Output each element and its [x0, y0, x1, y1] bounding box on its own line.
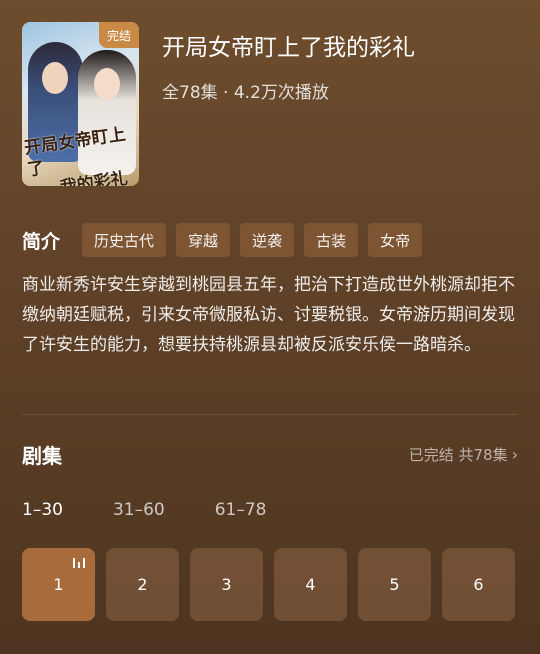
range-tab-2[interactable]: 31–60 — [113, 500, 165, 520]
completed-badge: 完结 — [99, 22, 139, 48]
episode-number: 6 — [473, 575, 484, 594]
episode-number: 1 — [53, 575, 64, 594]
drama-header: 开局女帝盯上了 我的彩礼 完结 开局女帝盯上了我的彩礼 全78集 · 4.2万次… — [22, 22, 522, 188]
tag-item[interactable]: 穿越 — [176, 223, 231, 257]
range-tab-3[interactable]: 61–78 — [215, 500, 267, 520]
tag-item[interactable]: 古装 — [304, 223, 359, 257]
tag-item[interactable]: 逆袭 — [240, 223, 295, 257]
episode-button-2[interactable]: 2 — [106, 548, 179, 621]
intro-label: 简介 — [22, 230, 61, 253]
drama-meta: 全78集 · 4.2万次播放 — [162, 83, 329, 103]
intro-row: 简介 历史古代 穿越 逆袭 古装 女帝 — [22, 222, 522, 258]
episodes-header: 剧集 已完结 共78集 › — [22, 438, 518, 470]
episode-range-tabs: 1–30 31–60 61–78 — [22, 500, 316, 520]
section-divider — [22, 414, 518, 415]
drama-poster[interactable]: 开局女帝盯上了 我的彩礼 完结 — [22, 22, 139, 186]
episode-button-4[interactable]: 4 — [274, 548, 347, 621]
episode-number: 5 — [389, 575, 400, 594]
tag-item[interactable]: 历史古代 — [82, 223, 167, 257]
episodes-status-text: 已完结 共78集 — [408, 446, 508, 464]
drama-title: 开局女帝盯上了我的彩礼 — [162, 35, 415, 61]
episode-button-3[interactable]: 3 — [190, 548, 263, 621]
episode-number: 2 — [137, 575, 148, 594]
episode-number: 3 — [221, 575, 232, 594]
episode-number: 4 — [305, 575, 316, 594]
tag-item[interactable]: 女帝 — [368, 223, 423, 257]
episode-button-1[interactable]: 1 — [22, 548, 95, 621]
episode-grid: 1 2 3 4 5 6 — [22, 548, 540, 622]
poster-face-female — [94, 68, 120, 100]
episodes-status-link[interactable]: 已完结 共78集 › — [409, 444, 518, 465]
range-tab-1[interactable]: 1–30 — [22, 500, 63, 520]
equalizer-bars-icon — [73, 558, 85, 568]
intro-description: 商业新秀许安生穿越到桃园县五年，把治下打造成世外桃源却拒不缴纳朝廷赋税，引来女帝… — [22, 275, 515, 355]
episodes-title: 剧集 — [22, 444, 62, 468]
poster-face-male — [42, 62, 68, 94]
episode-button-5[interactable]: 5 — [358, 548, 431, 621]
chevron-right-icon: › — [511, 445, 518, 464]
episode-button-6[interactable]: 6 — [442, 548, 515, 621]
